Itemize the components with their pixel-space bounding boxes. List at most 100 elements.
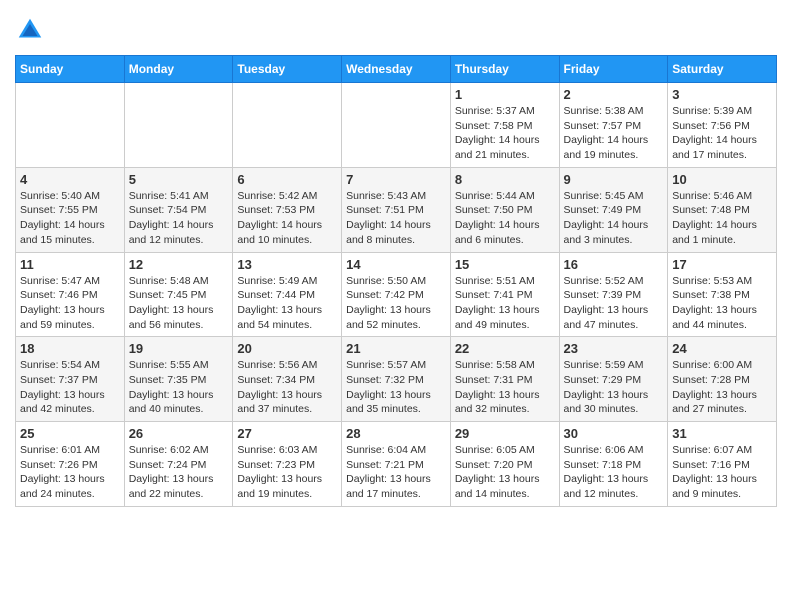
day-info: Sunrise: 5:45 AMSunset: 7:49 PMDaylight:… — [564, 189, 664, 248]
calendar-cell: 2 Sunrise: 5:38 AMSunset: 7:57 PMDaylight… — [559, 83, 668, 168]
calendar-cell: 21 Sunrise: 5:57 AMSunset: 7:32 PMDayligh… — [342, 337, 451, 422]
day-number: 13 — [237, 257, 337, 272]
day-number: 25 — [20, 426, 120, 441]
day-info: Sunrise: 5:51 AMSunset: 7:41 PMDaylight:… — [455, 274, 555, 333]
calendar-week-2: 4 Sunrise: 5:40 AMSunset: 7:55 PMDaylight… — [16, 167, 777, 252]
page-header — [15, 15, 777, 45]
calendar-cell: 8 Sunrise: 5:44 AMSunset: 7:50 PMDaylight… — [450, 167, 559, 252]
calendar-cell: 14 Sunrise: 5:50 AMSunset: 7:42 PMDayligh… — [342, 252, 451, 337]
day-info: Sunrise: 5:50 AMSunset: 7:42 PMDaylight:… — [346, 274, 446, 333]
day-number: 8 — [455, 172, 555, 187]
logo — [15, 15, 49, 45]
calendar-cell: 30Sunrise: 6:06 AMSunset: 7:18 PMDayligh… — [559, 422, 668, 507]
calendar-cell: 19Sunrise: 5:55 AMSunset: 7:35 PMDayligh… — [124, 337, 233, 422]
day-info: Sunrise: 5:56 AMSunset: 7:34 PMDaylight:… — [237, 358, 337, 417]
calendar-cell: 23Sunrise: 5:59 AMSunset: 7:29 PMDayligh… — [559, 337, 668, 422]
calendar-cell: 16 Sunrise: 5:52 AMSunset: 7:39 PMDayligh… — [559, 252, 668, 337]
calendar-cell: 24Sunrise: 6:00 AMSunset: 7:28 PMDayligh… — [668, 337, 777, 422]
calendar-week-1: 1Sunrise: 5:37 AMSunset: 7:58 PMDaylight… — [16, 83, 777, 168]
calendar-cell: 3 Sunrise: 5:39 AMSunset: 7:56 PMDaylight… — [668, 83, 777, 168]
day-info: Sunrise: 5:40 AMSunset: 7:55 PMDaylight:… — [20, 189, 120, 248]
day-info: Sunrise: 6:07 AMSunset: 7:16 PMDaylight:… — [672, 443, 772, 502]
calendar-cell: 31 Sunrise: 6:07 AMSunset: 7:16 PMDayligh… — [668, 422, 777, 507]
day-number: 4 — [20, 172, 120, 187]
day-number: 14 — [346, 257, 446, 272]
column-header-wednesday: Wednesday — [342, 56, 451, 83]
column-header-thursday: Thursday — [450, 56, 559, 83]
calendar-cell: 4 Sunrise: 5:40 AMSunset: 7:55 PMDaylight… — [16, 167, 125, 252]
calendar-cell: 25Sunrise: 6:01 AMSunset: 7:26 PMDayligh… — [16, 422, 125, 507]
day-info: Sunrise: 5:43 AMSunset: 7:51 PMDaylight:… — [346, 189, 446, 248]
calendar-cell — [342, 83, 451, 168]
day-info: Sunrise: 6:04 AMSunset: 7:21 PMDaylight:… — [346, 443, 446, 502]
day-number: 5 — [129, 172, 229, 187]
day-number: 31 — [672, 426, 772, 441]
calendar-cell — [233, 83, 342, 168]
column-header-tuesday: Tuesday — [233, 56, 342, 83]
day-info: Sunrise: 5:39 AMSunset: 7:56 PMDaylight:… — [672, 104, 772, 163]
day-info: Sunrise: 5:54 AMSunset: 7:37 PMDaylight:… — [20, 358, 120, 417]
day-number: 17 — [672, 257, 772, 272]
day-info: Sunrise: 6:03 AMSunset: 7:23 PMDaylight:… — [237, 443, 337, 502]
day-number: 28 — [346, 426, 446, 441]
day-info: Sunrise: 5:44 AMSunset: 7:50 PMDaylight:… — [455, 189, 555, 248]
column-header-sunday: Sunday — [16, 56, 125, 83]
calendar-cell: 18 Sunrise: 5:54 AMSunset: 7:37 PMDayligh… — [16, 337, 125, 422]
day-info: Sunrise: 5:52 AMSunset: 7:39 PMDaylight:… — [564, 274, 664, 333]
calendar-cell: 10 Sunrise: 5:46 AMSunset: 7:48 PMDayligh… — [668, 167, 777, 252]
calendar-week-3: 11 Sunrise: 5:47 AMSunset: 7:46 PMDayligh… — [16, 252, 777, 337]
day-info: Sunrise: 5:58 AMSunset: 7:31 PMDaylight:… — [455, 358, 555, 417]
calendar-cell: 5 Sunrise: 5:41 AMSunset: 7:54 PMDaylight… — [124, 167, 233, 252]
calendar-cell: 9 Sunrise: 5:45 AMSunset: 7:49 PMDaylight… — [559, 167, 668, 252]
day-number: 1 — [455, 87, 555, 102]
calendar-cell: 26 Sunrise: 6:02 AMSunset: 7:24 PMDayligh… — [124, 422, 233, 507]
calendar-week-5: 25Sunrise: 6:01 AMSunset: 7:26 PMDayligh… — [16, 422, 777, 507]
logo-icon — [15, 15, 45, 45]
day-info: Sunrise: 5:41 AMSunset: 7:54 PMDaylight:… — [129, 189, 229, 248]
day-number: 6 — [237, 172, 337, 187]
day-number: 27 — [237, 426, 337, 441]
calendar-table: SundayMondayTuesdayWednesdayThursdayFrid… — [15, 55, 777, 507]
day-number: 2 — [564, 87, 664, 102]
day-number: 22 — [455, 341, 555, 356]
day-info: Sunrise: 5:49 AMSunset: 7:44 PMDaylight:… — [237, 274, 337, 333]
calendar-week-4: 18 Sunrise: 5:54 AMSunset: 7:37 PMDayligh… — [16, 337, 777, 422]
day-number: 21 — [346, 341, 446, 356]
day-info: Sunrise: 5:47 AMSunset: 7:46 PMDaylight:… — [20, 274, 120, 333]
calendar-cell: 15 Sunrise: 5:51 AMSunset: 7:41 PMDayligh… — [450, 252, 559, 337]
day-number: 18 — [20, 341, 120, 356]
calendar-header-row: SundayMondayTuesdayWednesdayThursdayFrid… — [16, 56, 777, 83]
day-info: Sunrise: 5:46 AMSunset: 7:48 PMDaylight:… — [672, 189, 772, 248]
day-info: Sunrise: 6:05 AMSunset: 7:20 PMDaylight:… — [455, 443, 555, 502]
calendar-cell: 22 Sunrise: 5:58 AMSunset: 7:31 PMDayligh… — [450, 337, 559, 422]
calendar-cell — [124, 83, 233, 168]
day-number: 15 — [455, 257, 555, 272]
column-header-saturday: Saturday — [668, 56, 777, 83]
day-number: 26 — [129, 426, 229, 441]
day-info: Sunrise: 5:42 AMSunset: 7:53 PMDaylight:… — [237, 189, 337, 248]
calendar-cell: 12 Sunrise: 5:48 AMSunset: 7:45 PMDayligh… — [124, 252, 233, 337]
calendar-cell: 13 Sunrise: 5:49 AMSunset: 7:44 PMDayligh… — [233, 252, 342, 337]
day-info: Sunrise: 5:38 AMSunset: 7:57 PMDaylight:… — [564, 104, 664, 163]
day-info: Sunrise: 6:00 AMSunset: 7:28 PMDaylight:… — [672, 358, 772, 417]
calendar-cell: 1Sunrise: 5:37 AMSunset: 7:58 PMDaylight… — [450, 83, 559, 168]
column-header-friday: Friday — [559, 56, 668, 83]
day-number: 29 — [455, 426, 555, 441]
calendar-cell: 6 Sunrise: 5:42 AMSunset: 7:53 PMDaylight… — [233, 167, 342, 252]
day-number: 12 — [129, 257, 229, 272]
calendar-cell: 17Sunrise: 5:53 AMSunset: 7:38 PMDayligh… — [668, 252, 777, 337]
calendar-cell: 11 Sunrise: 5:47 AMSunset: 7:46 PMDayligh… — [16, 252, 125, 337]
calendar-cell: 29 Sunrise: 6:05 AMSunset: 7:20 PMDayligh… — [450, 422, 559, 507]
day-number: 9 — [564, 172, 664, 187]
day-info: Sunrise: 5:48 AMSunset: 7:45 PMDaylight:… — [129, 274, 229, 333]
calendar-cell: 27 Sunrise: 6:03 AMSunset: 7:23 PMDayligh… — [233, 422, 342, 507]
day-info: Sunrise: 6:02 AMSunset: 7:24 PMDaylight:… — [129, 443, 229, 502]
day-number: 11 — [20, 257, 120, 272]
calendar-cell: 7 Sunrise: 5:43 AMSunset: 7:51 PMDaylight… — [342, 167, 451, 252]
day-number: 7 — [346, 172, 446, 187]
day-number: 10 — [672, 172, 772, 187]
day-number: 3 — [672, 87, 772, 102]
day-number: 16 — [564, 257, 664, 272]
day-info: Sunrise: 5:57 AMSunset: 7:32 PMDaylight:… — [346, 358, 446, 417]
day-number: 23 — [564, 341, 664, 356]
